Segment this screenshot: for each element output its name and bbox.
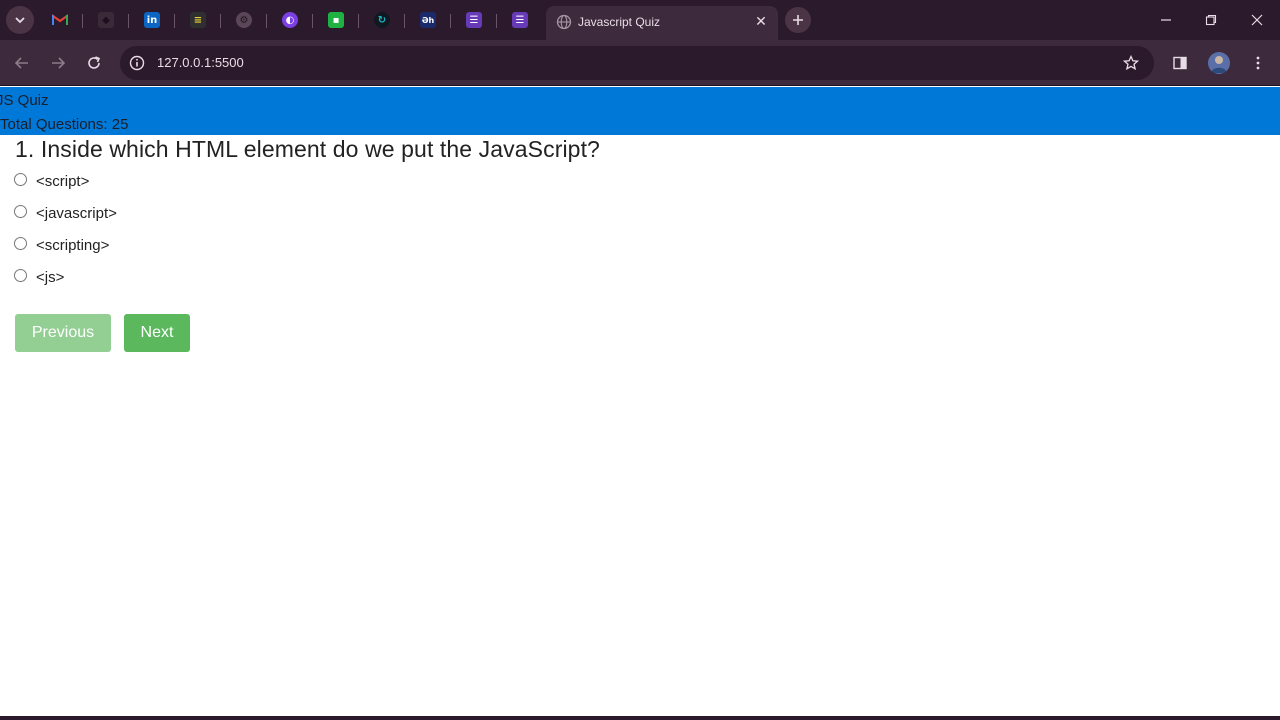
side-panel-button[interactable] <box>1168 51 1192 75</box>
option-label: <scripting> <box>36 236 110 254</box>
pinned-tab-gmail[interactable] <box>50 10 70 30</box>
pinned-tab-forms[interactable]: ☰ <box>464 10 484 30</box>
pinned-tab-forms[interactable]: ☰ <box>510 10 530 30</box>
answer-option[interactable]: <scripting> <box>14 235 109 255</box>
address-bar[interactable]: 127.0.0.1:5500 <box>120 46 1154 80</box>
toolbar-divider <box>0 85 1280 86</box>
chevron-down-icon <box>15 17 25 24</box>
pinned-tab-app[interactable]: ↻ <box>372 10 392 30</box>
restore-button[interactable] <box>1201 10 1221 30</box>
tab-separator <box>220 14 221 28</box>
pinned-tab-linkedin[interactable]: in <box>142 10 162 30</box>
window-bottom-edge <box>0 716 1280 720</box>
radio-button[interactable] <box>14 236 27 250</box>
app-icon: Əh <box>420 12 436 28</box>
back-button[interactable] <box>10 51 34 75</box>
answer-option[interactable]: <script> <box>14 171 89 191</box>
question-text: 1. Inside which HTML element do we put t… <box>15 136 600 162</box>
pinned-tab-app[interactable]: ◐ <box>280 10 300 30</box>
tab-separator <box>450 14 451 28</box>
close-icon <box>1251 14 1263 26</box>
tab-separator <box>128 14 129 28</box>
tab-separator <box>404 14 405 28</box>
github-icon: ◆ <box>98 12 114 28</box>
chatgpt-icon: ⚙ <box>236 12 252 28</box>
notes-app-icon: ≡ <box>190 12 206 28</box>
radio-button[interactable] <box>14 204 27 218</box>
radio-button[interactable] <box>14 172 27 186</box>
quiz-brand: JS Quiz <box>0 92 49 109</box>
forward-button[interactable] <box>46 51 70 75</box>
quiz-header: JS Quiz Total Questions: 25 <box>0 87 1280 135</box>
tab-strip: ◆ in ≡ ⚙ ◐ ▪ ↻ Əh ☰ ☰ Javascript Quiz ✕ <box>0 0 1280 40</box>
side-panel-icon <box>1173 56 1187 70</box>
bookmark-star-icon[interactable] <box>1122 54 1140 72</box>
pinned-tab-github[interactable]: ◆ <box>96 10 116 30</box>
plus-icon <box>793 15 803 25</box>
url-text: 127.0.0.1:5500 <box>157 55 244 70</box>
option-label: <script> <box>36 172 90 190</box>
forms-icon: ☰ <box>466 12 482 28</box>
linkedin-icon: in <box>144 12 160 28</box>
radio-button[interactable] <box>14 268 27 282</box>
reload-icon <box>88 56 101 69</box>
option-label: <javascript> <box>36 204 117 222</box>
previous-button[interactable]: Previous <box>15 314 111 352</box>
gmail-icon <box>52 14 68 25</box>
forms-icon: ☰ <box>512 12 528 28</box>
pinned-tab-notes[interactable]: ≡ <box>188 10 208 30</box>
active-tab[interactable]: Javascript Quiz ✕ <box>546 6 778 40</box>
tab-separator <box>82 14 83 28</box>
close-tab-icon[interactable]: ✕ <box>752 12 770 30</box>
app-icon: ◐ <box>282 12 298 28</box>
tab-separator <box>266 14 267 28</box>
minimize-icon <box>1161 19 1171 21</box>
pinned-tab-app[interactable]: Əh <box>418 10 438 30</box>
app-icon: ↻ <box>374 12 390 28</box>
total-questions: Total Questions: 25 <box>0 116 129 133</box>
chat-icon: ▪ <box>328 12 344 28</box>
tab-separator <box>358 14 359 28</box>
restore-icon <box>1205 14 1217 26</box>
globe-icon <box>556 14 572 30</box>
tab-separator <box>496 14 497 28</box>
close-window-button[interactable] <box>1247 10 1267 30</box>
arrow-left-icon <box>14 57 28 69</box>
tab-separator <box>312 14 313 28</box>
new-tab-button[interactable] <box>785 7 811 33</box>
avatar-icon <box>1211 56 1227 73</box>
tab-search-button[interactable] <box>6 6 34 34</box>
more-vertical-icon <box>1256 56 1260 70</box>
reload-button[interactable] <box>82 51 106 75</box>
answer-option[interactable]: <javascript> <box>14 203 117 223</box>
option-label: <js> <box>36 268 65 286</box>
tab-title: Javascript Quiz <box>578 15 661 29</box>
profile-avatar[interactable] <box>1208 52 1230 74</box>
menu-button[interactable] <box>1246 51 1270 75</box>
info-icon[interactable] <box>128 54 146 72</box>
arrow-right-icon <box>52 57 66 69</box>
minimize-button[interactable] <box>1156 10 1176 30</box>
browser-toolbar: 127.0.0.1:5500 <box>0 40 1280 86</box>
pinned-tab-chat[interactable]: ▪ <box>326 10 346 30</box>
pinned-tab-chatgpt[interactable]: ⚙ <box>234 10 254 30</box>
answer-option[interactable]: <js> <box>14 267 64 287</box>
tab-separator <box>174 14 175 28</box>
next-button[interactable]: Next <box>124 314 190 352</box>
